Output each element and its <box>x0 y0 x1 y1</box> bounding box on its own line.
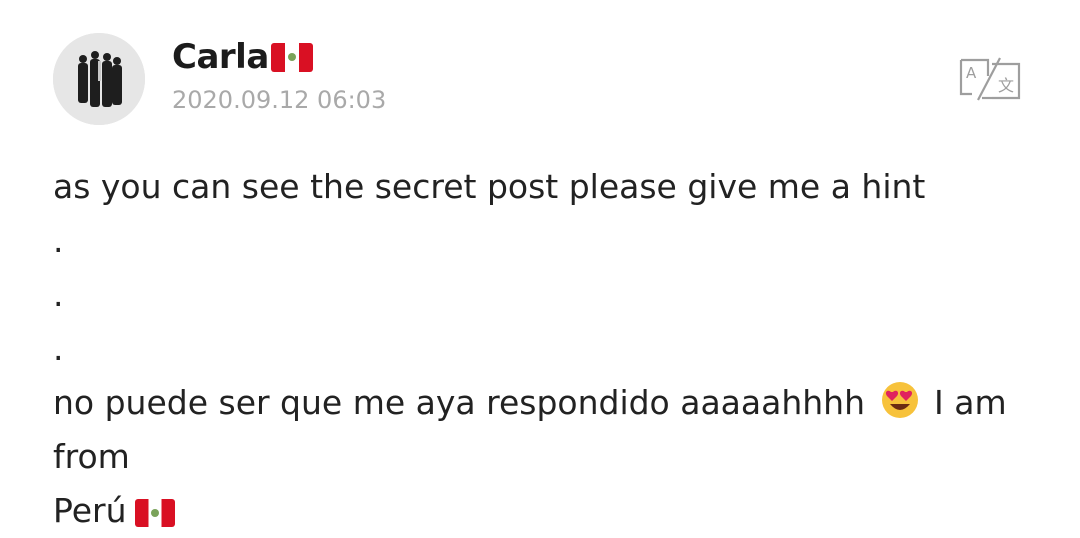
post-text-country: Perú <box>53 491 127 530</box>
translate-button[interactable]: A 文 <box>958 56 1022 102</box>
svg-text:文: 文 <box>998 76 1014 95</box>
group-photo-avatar <box>53 33 145 125</box>
post-line: no puede ser que me aya respondido aaaaa… <box>53 376 1033 484</box>
post-line-dot: . <box>53 329 64 368</box>
post-body: as you can see the secret post please gi… <box>53 160 1033 538</box>
post-line: Perú <box>53 484 1033 538</box>
author-name-label: Carla <box>172 37 269 77</box>
heart-eyes-emoji-icon <box>881 382 918 418</box>
post-line-dot: . <box>53 275 64 314</box>
author-name[interactable]: Carla <box>172 37 313 77</box>
avatar[interactable] <box>53 33 145 125</box>
peru-flag-icon <box>134 498 175 527</box>
svg-text:A: A <box>966 64 977 82</box>
translate-icon: A 文 <box>959 57 1021 101</box>
post-line: as you can see the secret post please gi… <box>53 167 926 206</box>
post-text-spanish: no puede ser que me aya respondido aaaaa… <box>53 383 866 422</box>
peru-flag-icon <box>270 42 313 72</box>
post-timestamp: 2020.09.12 06:03 <box>172 86 387 114</box>
post-line-dot: . <box>53 221 64 260</box>
